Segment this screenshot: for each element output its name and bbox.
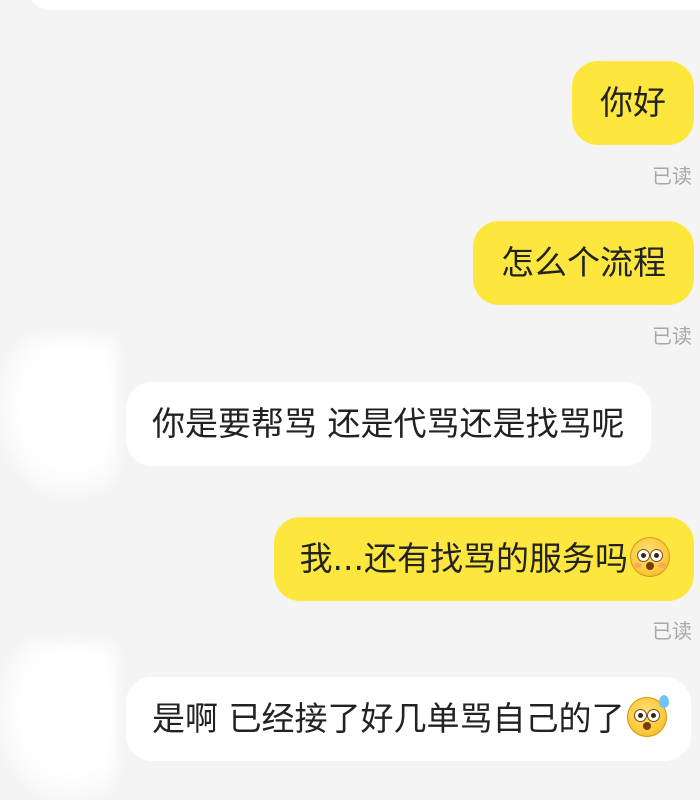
message-bubble-sent[interactable]: 怎么个流程: [473, 221, 694, 305]
read-status: 已读: [652, 619, 692, 643]
flushed-face-icon: [630, 536, 670, 577]
message-text: 我...还有找骂的服务吗: [299, 539, 628, 578]
contact-avatar[interactable]: [0, 640, 118, 800]
read-status: 已读: [652, 164, 692, 188]
message-bubble-received[interactable]: 你是要帮骂 还是代骂还是找骂呢: [126, 382, 651, 466]
message-text: 你是要帮骂 还是代骂还是找骂呢: [152, 404, 625, 443]
message-text: 是啊 已经接了好几单骂自己的了: [152, 699, 625, 738]
message-bubble-sent[interactable]: 我...还有找骂的服务吗: [273, 517, 694, 601]
message-bubble-sent[interactable]: 你好: [572, 61, 694, 145]
message-bubble-received[interactable]: 是啊 已经接了好几单骂自己的了: [126, 677, 691, 761]
contact-avatar[interactable]: [0, 335, 118, 495]
dizzy-sweat-face-icon: [626, 694, 669, 737]
message-text: 你好: [600, 83, 666, 122]
previous-message-bubble: [28, 0, 700, 10]
read-status: 已读: [652, 324, 692, 348]
message-text: 怎么个流程: [501, 243, 666, 282]
